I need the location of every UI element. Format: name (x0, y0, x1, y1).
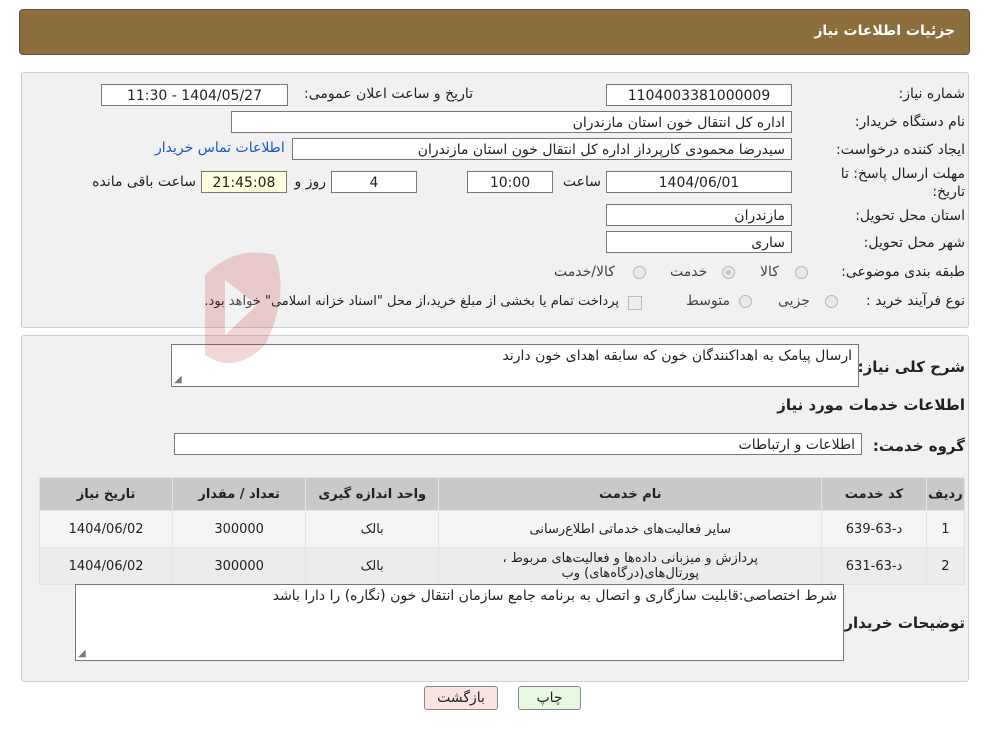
announce-datetime-field[interactable]: 1404/05/27 - 11:30 (101, 84, 288, 106)
purchase-minor-radio[interactable] (825, 295, 838, 308)
service-group-field[interactable]: اطلاعات و ارتباطات (174, 433, 862, 455)
services-section-title: اطلاعات خدمات مورد نیاز (777, 396, 965, 414)
row-qty: 300000 (172, 510, 307, 548)
summary-label: شرح کلی نیاز: (857, 358, 965, 376)
delivery-city-label: شهر محل تحویل: (863, 235, 965, 251)
col-code-header: کد خدمت (821, 477, 927, 511)
purchase-type-label: نوع فرآیند خرید : (866, 293, 965, 309)
col-name-header: نام خدمت (438, 477, 823, 511)
header-bar: جزئیات اطلاعات نیاز (19, 9, 970, 55)
print-button[interactable]: چاپ (518, 686, 581, 710)
services-table: ردیف کد خدمت نام خدمت واحد اندازه گیری ت… (38, 477, 966, 585)
row-unit: بالک (305, 547, 440, 585)
buyer-contact-link[interactable]: اطلاعات تماس خریدار (155, 140, 285, 156)
service-group-label: گروه خدمت: (872, 437, 965, 455)
row-qty: 300000 (172, 547, 307, 585)
row-name-line2: پورتال‌های(درگاه‌های) وب (561, 566, 699, 581)
buyer-org-field[interactable]: اداره کل انتقال خون استان مازندران (231, 111, 792, 133)
remaining-time-field[interactable]: 21:45:08 (201, 171, 287, 193)
category-goods-service-radio[interactable] (633, 266, 646, 279)
requester-field[interactable]: سیدرضا محمودی کارپرداز اداره کل انتقال خ… (292, 138, 792, 160)
row-name: سایر فعالیت‌های خدماتی اطلاع‌رسانی (438, 510, 823, 548)
row-index: 1 (925, 510, 966, 548)
buyer-notes-label: توضیحات خریدار: (838, 614, 965, 632)
deadline-time-label: ساعت (562, 174, 601, 190)
row-unit: بالک (305, 510, 440, 548)
deadline-label-line2: تاریخ: (932, 184, 965, 200)
buyer-org-label: نام دستگاه خریدار: (854, 114, 965, 130)
summary-textarea[interactable]: ارسال پیامک به اهداکنندگان خون که سابقه … (171, 344, 859, 387)
col-unit-header: واحد اندازه گیری (305, 477, 440, 511)
deadline-time-field[interactable]: 10:00 (467, 171, 553, 193)
delivery-province-label: استان محل تحویل: (855, 208, 965, 224)
purchase-medium-radio[interactable] (739, 295, 752, 308)
announce-datetime-label: تاریخ و ساعت اعلان عمومی: (304, 86, 473, 102)
resize-grip-icon[interactable]: ◢ (174, 374, 182, 385)
category-label: طبقه بندی موضوعی: (841, 264, 965, 280)
row-date: 1404/06/02 (38, 510, 174, 548)
category-goods-radio[interactable] (795, 266, 808, 279)
need-number-field[interactable]: 1104003381000009 (606, 84, 792, 106)
category-service-radio[interactable] (722, 266, 735, 279)
treasury-checkbox[interactable] (628, 296, 642, 310)
col-index-header: ردیف (925, 477, 966, 511)
deadline-date-field[interactable]: 1404/06/01 (606, 171, 792, 193)
table-header-row: ردیف کد خدمت نام خدمت واحد اندازه گیری ت… (38, 477, 966, 511)
summary-text: ارسال پیامک به اهداکنندگان خون که سابقه … (502, 348, 852, 364)
purchase-medium-label: متوسط (686, 293, 730, 309)
row-code: د-63-631 (821, 547, 927, 585)
requester-label: ایجاد کننده درخواست: (836, 142, 965, 158)
treasury-note: پرداخت تمام یا بخشی از مبلغ خرید،از محل … (204, 294, 619, 309)
table-row[interactable]: 2 د-63-631 پردازش و میزبانی داده‌ها و فع… (38, 547, 966, 585)
page-title: جزئیات اطلاعات نیاز (814, 23, 955, 39)
delivery-city-field[interactable]: ساری (606, 231, 792, 253)
col-qty-header: تعداد / مقدار (172, 477, 307, 511)
col-date-header: تاریخ نیاز (38, 477, 174, 511)
table-row[interactable]: 1 د-63-639 سایر فعالیت‌های خدماتی اطلاع‌… (38, 510, 966, 548)
deadline-label-line1: مهلت ارسال پاسخ: تا (840, 166, 965, 182)
remaining-time-label: ساعت باقی مانده (92, 174, 196, 190)
purchase-minor-label: جزیی (778, 293, 810, 309)
days-remaining-field[interactable]: 4 (331, 171, 417, 193)
delivery-province-field[interactable]: مازندران (606, 204, 792, 226)
buyer-notes-text: شرط اختصاصی:قابلیت سازگاری و اتصال به بر… (272, 588, 837, 604)
row-name-line1: پردازش و میزبانی داده‌ها و فعالیت‌های مر… (502, 551, 759, 566)
category-goods-service-label: کالا/خدمت (554, 264, 615, 280)
category-goods-label: کالا (760, 264, 779, 280)
need-number-label: شماره نیاز: (898, 86, 966, 102)
resize-grip-icon[interactable]: ◢ (78, 648, 86, 659)
row-code: د-63-639 (821, 510, 927, 548)
category-service-label: خدمت (670, 264, 708, 280)
row-name: پردازش و میزبانی داده‌ها و فعالیت‌های مر… (438, 547, 823, 585)
buyer-notes-textarea[interactable]: شرط اختصاصی:قابلیت سازگاری و اتصال به بر… (75, 584, 844, 661)
back-button[interactable]: بازگشت (424, 686, 498, 710)
days-label: روز و (294, 174, 327, 190)
row-date: 1404/06/02 (38, 547, 174, 585)
row-index: 2 (925, 547, 966, 585)
